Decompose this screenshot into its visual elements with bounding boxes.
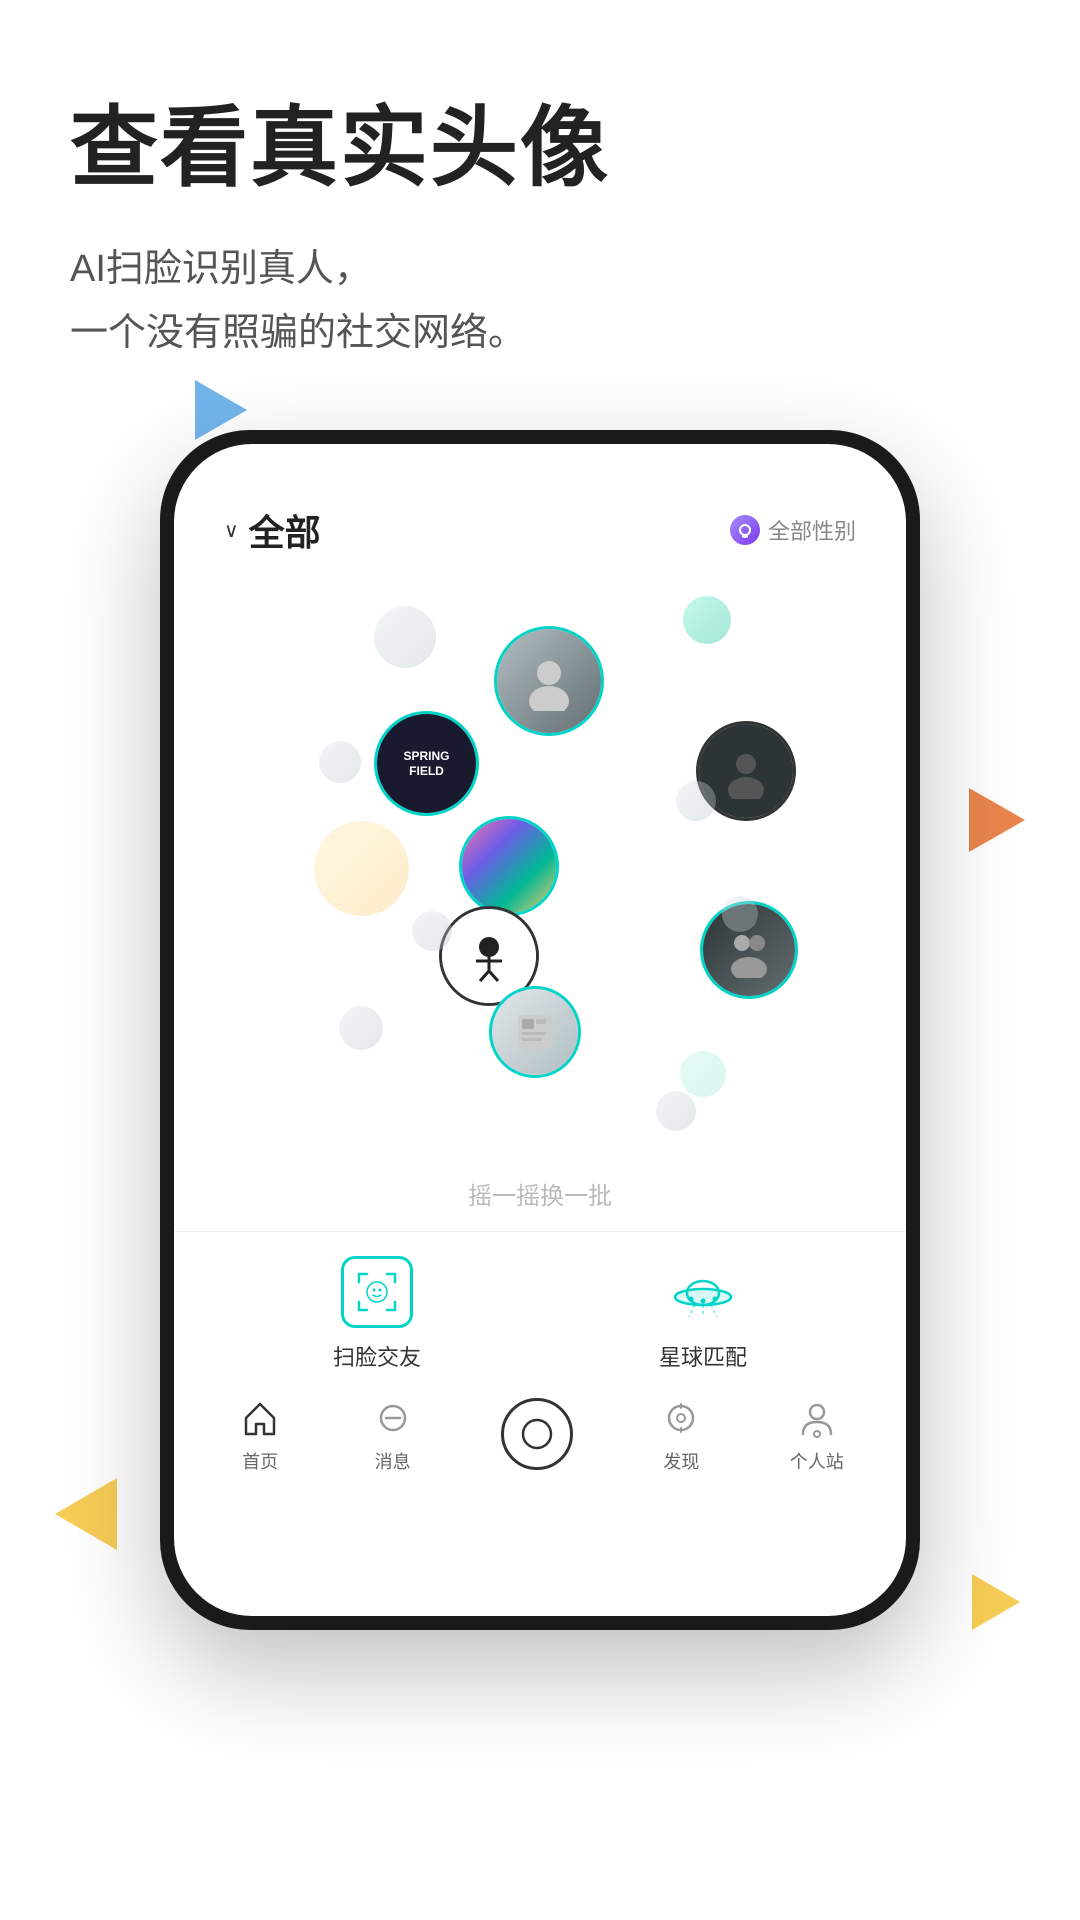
avatar-bubble-11[interactable] [314,821,409,916]
nav-profile[interactable]: 个人站 [790,1394,844,1474]
filter-row[interactable]: ∨ 全部 [224,504,321,556]
nav-profile-label: 个人站 [790,1448,844,1474]
planet-match-action[interactable]: 星球匹配 [659,1252,747,1372]
phone-mockup: ∨ 全部 全部性别 [160,430,920,1630]
avatar-bubble-magazine[interactable] [489,986,581,1078]
avatar-bubble-16[interactable] [339,1006,383,1050]
avatar-bubble-9[interactable] [676,781,716,821]
ufo-icon-wrap [663,1252,743,1332]
profile-icon [793,1394,841,1442]
nav-message-label: 消息 [375,1448,411,1474]
shake-text[interactable]: 摇一摇换一批 [174,1176,906,1231]
camera-button[interactable] [501,1398,573,1470]
phone-screen: ∨ 全部 全部性别 [174,444,906,1616]
avatar-bubble-19[interactable] [680,1051,726,1097]
triangle-yellow-left-decoration [55,1478,117,1550]
discover-icon [657,1394,705,1442]
gender-filter[interactable]: 全部性别 [730,514,856,546]
avatar-bubble-13[interactable] [412,911,452,951]
triangle-orange-decoration [969,788,1025,852]
header-section: 查看真实头像 AI扫脸识别真人， 一个没有照骗的社交网络。 [70,100,1010,366]
nav-camera[interactable] [501,1398,573,1470]
subtitle-line2: 一个没有照骗的社交网络。 [70,312,526,354]
subtitle: AI扫脸识别真人， 一个没有照骗的社交网络。 [70,237,1010,366]
nav-discover-label: 发现 [663,1448,699,1474]
planet-match-label: 星球匹配 [659,1340,747,1372]
nav-message[interactable]: 消息 [369,1394,417,1474]
avatar-bubble-4[interactable] [494,626,604,736]
nav-home-label: 首页 [242,1448,278,1474]
home-icon [236,1394,284,1442]
bubble-area: SPRINGFIELD [174,586,906,1166]
nav-home[interactable]: 首页 [236,1394,284,1474]
nav-discover[interactable]: 发现 [657,1394,705,1474]
chevron-down-icon: ∨ [224,518,239,543]
scan-face-label: 扫脸交友 [333,1340,421,1372]
avatar-bubble-2[interactable] [683,596,731,644]
avatar-bubble-20[interactable] [656,1091,696,1131]
ufo-icon [667,1256,739,1328]
avatar-bubble-6[interactable] [319,741,361,783]
avatar-bubble-colorful[interactable] [459,816,559,916]
scan-face-icon-wrap [337,1252,417,1332]
scan-face-icon [341,1256,413,1328]
message-icon [369,1394,417,1442]
filter-label: 全部 [249,504,321,556]
subtitle-line1: AI扫脸识别真人， [70,248,372,290]
triangle-yellow-right-decoration [972,1574,1020,1630]
scan-face-action[interactable]: 扫脸交友 [333,1252,421,1372]
avatar-bubble-springfield[interactable]: SPRINGFIELD [374,711,479,816]
main-title: 查看真实头像 [70,100,1010,197]
screen-header: ∨ 全部 全部性别 [174,444,906,576]
gender-icon [730,515,760,545]
bottom-actions: 扫脸交友 [174,1231,906,1382]
avatar-bubble-12[interactable] [722,896,758,932]
avatar-bubble-1[interactable] [374,606,436,668]
bottom-nav: 首页 消息 [174,1382,906,1504]
gender-filter-label: 全部性别 [768,514,856,546]
